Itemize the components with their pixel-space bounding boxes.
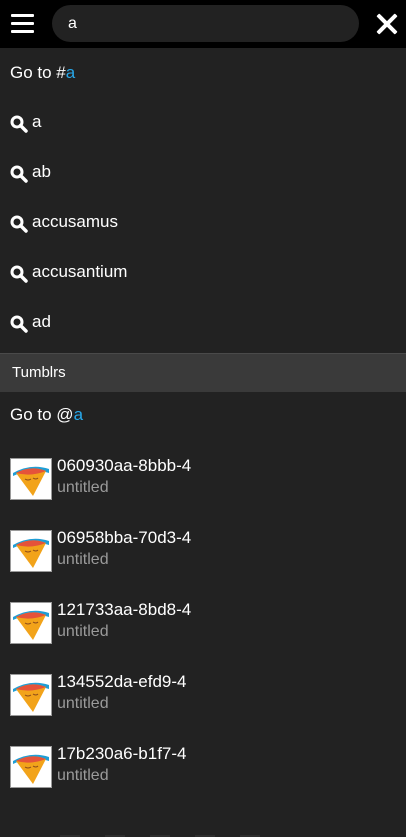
blog-name: 06958bba-70d3-4 [57, 528, 192, 547]
search-icon [10, 115, 28, 133]
search-box[interactable] [52, 5, 359, 42]
goto-tag-link[interactable]: Go to #a [0, 48, 406, 98]
goto-blog-link[interactable]: Go to @a [0, 390, 406, 440]
suggestion-label: ad [32, 312, 51, 331]
hamburger-menu-icon[interactable] [11, 14, 34, 33]
blog-name: 17b230a6-b1f7-4 [57, 744, 187, 763]
avatar [10, 746, 52, 788]
search-input[interactable] [68, 14, 338, 34]
blog-result[interactable]: 134552da-efd9-4 untitled [0, 662, 406, 734]
blog-title: untitled [57, 551, 109, 568]
avatar [10, 602, 52, 644]
search-suggestion[interactable]: ab [0, 148, 406, 198]
suggestion-label: accusamus [32, 212, 118, 231]
blog-title: untitled [57, 623, 109, 640]
bottom-edge-decoration [60, 835, 260, 837]
avatar [10, 458, 52, 500]
blog-result[interactable]: 06958bba-70d3-4 untitled [0, 518, 406, 590]
goto-blog-prefix: Go to @ [10, 405, 74, 424]
search-icon [10, 315, 28, 333]
search-suggestion[interactable]: a [0, 98, 406, 148]
goto-tag-prefix: Go to # [10, 63, 66, 82]
search-suggestion[interactable]: ad [0, 298, 406, 348]
search-icon [10, 265, 28, 283]
search-suggestion[interactable]: accusantium [0, 248, 406, 298]
blog-title: untitled [57, 479, 109, 496]
ice-cream-cone-icon [11, 675, 51, 715]
blog-title: untitled [57, 767, 109, 784]
ice-cream-cone-icon [11, 747, 51, 787]
blog-title: untitled [57, 695, 109, 712]
search-icon [10, 215, 28, 233]
ice-cream-cone-icon [11, 459, 51, 499]
blog-name: 134552da-efd9-4 [57, 672, 187, 691]
avatar [10, 674, 52, 716]
blog-name: 060930aa-8bbb-4 [57, 456, 192, 475]
ice-cream-cone-icon [11, 531, 51, 571]
suggestion-label: accusantium [32, 262, 128, 281]
suggestion-label: a [32, 112, 42, 131]
tumblrs-section-header: Tumblrs [0, 353, 406, 392]
close-icon[interactable] [376, 13, 398, 35]
goto-tag-term: a [65, 63, 76, 82]
blog-result[interactable]: 060930aa-8bbb-4 untitled [0, 446, 406, 518]
blog-result[interactable]: 17b230a6-b1f7-4 untitled [0, 734, 406, 806]
ice-cream-cone-icon [11, 603, 51, 643]
suggestion-label: ab [32, 162, 51, 181]
avatar [10, 530, 52, 572]
goto-blog-term: a [73, 405, 84, 424]
blog-name: 121733aa-8bd8-4 [57, 600, 192, 619]
blog-result[interactable]: 121733aa-8bd8-4 untitled [0, 590, 406, 662]
search-suggestion[interactable]: accusamus [0, 198, 406, 248]
top-bar [0, 0, 406, 48]
search-icon [10, 165, 28, 183]
